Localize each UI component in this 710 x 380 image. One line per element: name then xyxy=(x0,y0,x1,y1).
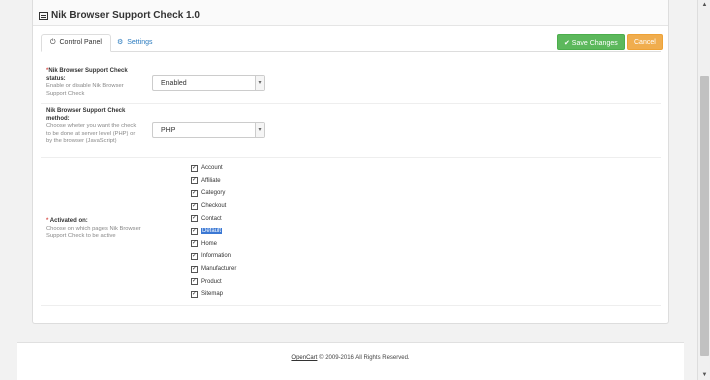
tab-control-panel[interactable]: ⏻ Control Panel xyxy=(41,34,111,52)
page-checkbox-item[interactable]: ✓ Sitemap xyxy=(191,288,236,301)
status-select[interactable]: Enabled ▾ xyxy=(152,75,265,91)
cancel-button[interactable]: Cancel xyxy=(627,34,663,50)
page-checkbox-item[interactable]: ✓ Home xyxy=(191,238,236,251)
status-row: *Nik Browser Support Check status: Enabl… xyxy=(41,60,661,104)
checkbox[interactable]: ✓ xyxy=(191,202,198,210)
status-title: Nik Browser Support Check status: xyxy=(46,68,128,82)
checkbox-label: Product xyxy=(201,278,222,285)
method-label: Nik Browser Support Check method: Choose… xyxy=(46,108,141,146)
checkbox[interactable]: ✓ xyxy=(191,240,198,248)
method-title: Nik Browser Support Check method: xyxy=(46,108,126,122)
activated-label: * Activated on: Choose on which pages Ni… xyxy=(46,218,141,241)
tab-settings[interactable]: ⚙ Settings xyxy=(109,34,161,52)
scroll-down-icon[interactable]: ▼ xyxy=(698,370,710,380)
checkbox-label: Contact xyxy=(201,215,222,222)
page-title: Nik Browser Support Check 1.0 xyxy=(51,10,200,21)
method-select-value: PHP xyxy=(161,127,176,134)
footer-text: OpenCart © 2009-2016 All Rights Reserved… xyxy=(17,355,684,361)
page-checkbox-item[interactable]: ✓ Contact xyxy=(191,212,236,225)
checkbox-label: Manufacturer xyxy=(201,266,237,273)
checkbox[interactable]: ✓ xyxy=(191,215,198,223)
tab-label: Control Panel xyxy=(59,39,102,46)
pages-checklist: ✓ Account ✓ Affiliate ✓ Category ✓ Checkout ✓ Con… xyxy=(191,162,236,301)
gears-icon: ⚙ xyxy=(117,39,124,46)
activated-row: * Activated on: Choose on which pages Ni… xyxy=(41,158,661,306)
page-checkbox-item[interactable]: ✓ Checkout xyxy=(191,200,236,213)
status-select-value: Enabled xyxy=(161,80,187,87)
page-checkbox-item[interactable]: ✓ Affiliate xyxy=(191,175,236,188)
checkbox[interactable]: ✓ xyxy=(191,290,198,298)
checkbox[interactable]: ✓ xyxy=(191,265,198,273)
checkbox[interactable]: ✓ xyxy=(191,189,198,197)
page-checkbox-item[interactable]: ✓ Account xyxy=(191,162,236,175)
page-checkbox-item[interactable]: ✓ Manufacturer xyxy=(191,263,236,276)
checkbox[interactable]: ✓ xyxy=(191,164,198,172)
vertical-scrollbar[interactable]: ▲ ▼ xyxy=(697,0,710,380)
checkbox-label: Category xyxy=(201,190,226,197)
module-panel: Nik Browser Support Check 1.0 ⏻ Control … xyxy=(32,0,669,324)
page-checkbox-item[interactable]: ✓ Information xyxy=(191,250,236,263)
page-checkbox-item[interactable]: ✓ Product xyxy=(191,275,236,288)
status-label: *Nik Browser Support Check status: Enabl… xyxy=(46,68,141,98)
opencart-link[interactable]: OpenCart xyxy=(291,355,317,361)
scroll-up-icon[interactable]: ▲ xyxy=(698,0,710,10)
required-mark: * xyxy=(46,218,49,224)
tab-label: Settings xyxy=(127,39,153,46)
page: Nik Browser Support Check 1.0 ⏻ Control … xyxy=(0,0,697,380)
page-checkbox-item[interactable]: ✓ Default xyxy=(191,225,236,238)
copyright-text: © 2009-2016 All Rights Reserved. xyxy=(317,355,410,361)
checkbox-label: Information xyxy=(201,253,232,260)
power-icon: ⏻ xyxy=(50,39,56,46)
activated-title: Activated on: xyxy=(49,218,88,224)
method-help: Choose wheter you want the check to be d… xyxy=(46,123,137,144)
panel-heading: Nik Browser Support Check 1.0 xyxy=(33,0,668,26)
status-help: Enable or disable Nik Browser Support Ch… xyxy=(46,83,124,97)
checkbox[interactable]: ✓ xyxy=(191,177,198,185)
checkbox-label: Checkout xyxy=(201,203,227,210)
footer: OpenCart © 2009-2016 All Rights Reserved… xyxy=(17,342,684,380)
checkbox[interactable]: ✓ xyxy=(191,227,198,235)
list-icon xyxy=(39,11,48,20)
checkbox-label: Default xyxy=(201,228,223,235)
checkbox-label: Affiliate xyxy=(201,177,221,184)
scrollbar-thumb[interactable] xyxy=(700,76,709,356)
checkbox-label: Home xyxy=(201,240,218,247)
checkbox-label: Sitemap xyxy=(201,291,224,298)
checkbox[interactable]: ✓ xyxy=(191,252,198,260)
chevron-down-icon: ▾ xyxy=(255,76,264,90)
checkbox-label: Account xyxy=(201,165,223,172)
activated-help: Choose on which pages Nik Browser Suppor… xyxy=(46,225,141,240)
page-checkbox-item[interactable]: ✓ Category xyxy=(191,187,236,200)
chevron-down-icon: ▾ xyxy=(255,123,264,137)
save-changes-button[interactable]: ✔ Save Changes xyxy=(557,34,625,50)
checkbox[interactable]: ✓ xyxy=(191,278,198,286)
method-select[interactable]: PHP ▾ xyxy=(152,122,265,138)
method-row: Nik Browser Support Check method: Choose… xyxy=(41,104,661,158)
